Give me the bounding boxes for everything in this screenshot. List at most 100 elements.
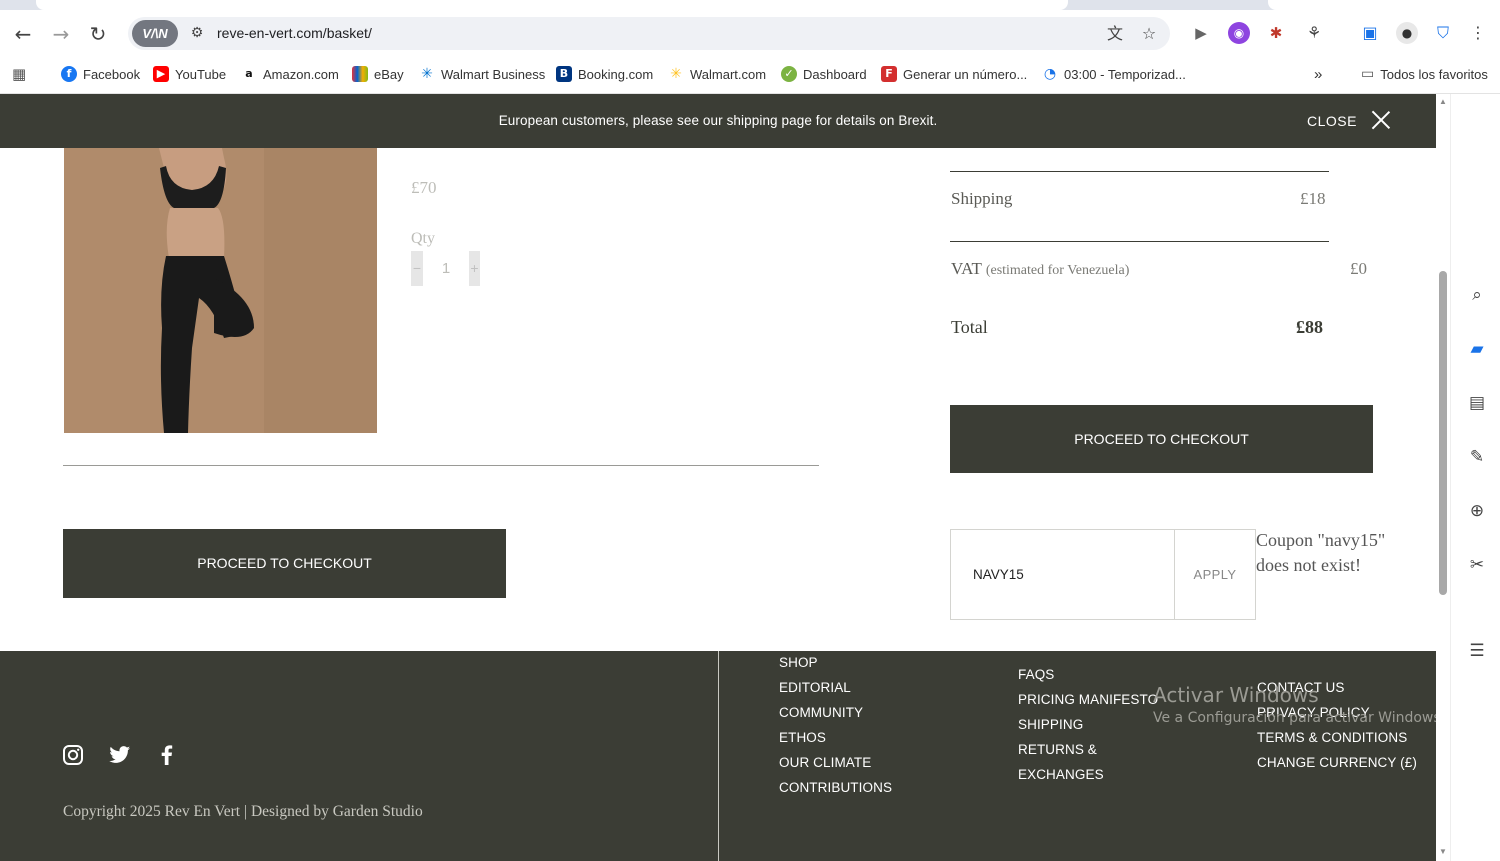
facebook-icon[interactable] — [156, 744, 178, 766]
footer-link-our-climate[interactable]: OUR CLIMATE — [779, 753, 892, 778]
shipping-label: Shipping — [951, 189, 1013, 208]
twitter-icon[interactable] — [109, 744, 131, 766]
qty-input[interactable]: 1 — [436, 260, 456, 277]
qty-label: Qty — [411, 230, 435, 247]
instagram-icon[interactable] — [62, 744, 84, 766]
footer-link-contributions[interactable]: CONTRIBUTIONS — [779, 778, 892, 803]
vat-note: (estimated for Venezuela) — [985, 263, 1130, 278]
scroll-up-arrow-icon[interactable]: ▲ — [1439, 97, 1447, 106]
site-settings-icon[interactable]: ⚙ — [186, 22, 208, 44]
inactive-tab[interactable] — [1268, 0, 1500, 10]
youtube-extension-icon[interactable]: ▶ — [1190, 22, 1212, 44]
search-icon[interactable]: ⌕ — [1465, 283, 1489, 307]
scroll-down-arrow-icon[interactable]: ▼ — [1439, 847, 1447, 856]
generator-icon: F — [881, 66, 897, 82]
product-image[interactable] — [64, 148, 377, 433]
more-bookmarks-chevron-icon[interactable]: » — [1314, 64, 1322, 84]
summary-divider — [950, 171, 1329, 172]
customize-sliders-icon[interactable]: ☰ — [1465, 639, 1489, 663]
footer-link-pricing-manifesto[interactable]: PRICING MANIFESTO — [1018, 690, 1158, 715]
games-icon[interactable]: ⊕ — [1465, 499, 1489, 523]
shield-extension-icon[interactable]: ⛉ — [1432, 22, 1454, 44]
footer-link-ethos[interactable]: ETHOS — [779, 728, 892, 753]
proceed-to-checkout-button-right[interactable]: PROCEED TO CHECKOUT — [950, 405, 1373, 473]
bookmark-generator[interactable]: F Generar un número... — [881, 64, 1027, 84]
extension-purple-icon[interactable]: ◉ — [1228, 22, 1250, 44]
vat-value: £0 — [1350, 259, 1367, 278]
footer-copyright: Copyright 2025 Rev En Vert | Designed by… — [63, 803, 423, 820]
bookmark-label: eBay — [374, 66, 404, 82]
bookmark-facebook[interactable]: f Facebook — [61, 64, 140, 84]
footer-link-community[interactable]: COMMUNITY — [779, 703, 892, 728]
coupon-error-message: Coupon "navy15" does not exist! — [1256, 530, 1386, 575]
qty-increment-button[interactable]: + — [469, 251, 480, 286]
bookmark-dashboard[interactable]: ✓ Dashboard — [781, 64, 867, 84]
bookmark-label: Booking.com — [578, 66, 654, 82]
close-icon[interactable] — [1371, 110, 1391, 130]
youtube-icon: ▶ — [153, 66, 169, 82]
bookmark-ebay[interactable]: eBay — [352, 64, 404, 84]
bookmark-walmart-business[interactable]: ✳ Walmart Business — [419, 64, 545, 84]
coupon-input-value[interactable]: NAVY15 — [973, 567, 1024, 582]
footer-link-terms[interactable]: TERMS & CONDITIONS — [1257, 728, 1417, 753]
bookmark-booking[interactable]: B Booking.com — [556, 64, 653, 84]
dashboard-icon: ✓ — [781, 66, 797, 82]
bookmark-label: Facebook — [83, 66, 141, 82]
browser-toolbar: ← → ↻ V/\N ⚙ reve-en-vert.com/basket/ 文 … — [0, 0, 1500, 94]
banner-close-button[interactable]: CLOSE — [1307, 113, 1357, 129]
product-photo-figure — [64, 148, 377, 433]
folder-icon: ▭ — [1361, 66, 1375, 82]
extension-bug-icon[interactable]: ✱ — [1265, 22, 1287, 44]
url-text[interactable]: reve-en-vert.com/basket/ — [217, 25, 372, 41]
proceed-to-checkout-button-left[interactable]: PROCEED TO CHECKOUT — [63, 529, 506, 598]
footer-column-shop: SHOP EDITORIAL COMMUNITY ETHOS OUR CLIMA… — [779, 653, 892, 803]
bookmark-label: YouTube — [175, 66, 227, 82]
notes-icon[interactable]: ✎ — [1465, 445, 1489, 469]
tab-strip — [0, 0, 1500, 10]
bookmarks-bar: ▦ f Facebook ▶ YouTube a Amazon.com eBay… — [0, 60, 1500, 86]
back-icon[interactable]: ← — [11, 22, 35, 46]
all-favorites-folder[interactable]: ▭ Todos los favoritos — [1361, 64, 1488, 84]
forward-icon[interactable]: → — [49, 22, 73, 46]
menu-kebab-icon[interactable]: ⋮ — [1467, 22, 1489, 44]
bookmark-timer[interactable]: ◔ 03:00 - Temporizad... — [1042, 64, 1186, 84]
extensions-puzzle-icon[interactable]: ⚘ — [1303, 22, 1325, 44]
page-scrollbar[interactable]: ▲ ▼ — [1436, 94, 1450, 861]
footer-link-change-currency[interactable]: CHANGE CURRENCY (£) — [1257, 753, 1417, 778]
scrollbar-thumb[interactable] — [1439, 271, 1447, 595]
vat-label-row: VAT (estimated for Venezuela) — [951, 259, 1129, 279]
chat-icon[interactable]: ▰ — [1465, 337, 1489, 361]
footer-link-shipping[interactable]: SHIPPING — [1018, 715, 1158, 740]
footer-link-returns[interactable]: RETURNS & — [1018, 740, 1158, 765]
ebay-icon — [352, 66, 368, 82]
page-viewport: European customers, please see our shipp… — [0, 94, 1436, 861]
tools-icon[interactable]: ✂ — [1465, 553, 1489, 577]
bookmark-star-icon[interactable]: ☆ — [1138, 23, 1160, 45]
banner-text: European customers, please see our shipp… — [498, 113, 938, 128]
translate-icon[interactable]: 文 — [1104, 23, 1126, 45]
total-label: Total — [951, 317, 988, 337]
reading-list-icon[interactable]: ▤ — [1465, 391, 1489, 415]
active-tab[interactable] — [36, 0, 1068, 10]
bookmark-label: Amazon.com — [263, 66, 339, 82]
shipping-value: £18 — [1300, 189, 1326, 208]
walmart-business-icon: ✳ — [419, 66, 435, 82]
profile-avatar-icon[interactable]: ● — [1396, 22, 1418, 44]
amazon-icon: a — [241, 66, 257, 82]
address-bar[interactable]: V/\N ⚙ reve-en-vert.com/basket/ 文 ☆ — [128, 17, 1170, 50]
qty-decrement-button[interactable]: − — [411, 251, 423, 286]
vpn-badge[interactable]: V/\N — [132, 20, 178, 47]
bookmark-amazon[interactable]: a Amazon.com — [241, 64, 339, 84]
footer-link-shop[interactable]: SHOP — [779, 653, 892, 678]
apply-coupon-button[interactable]: APPLY — [1174, 529, 1256, 620]
bookmark-walmart[interactable]: ✳ Walmart.com — [668, 64, 766, 84]
apps-grid-icon[interactable]: ▦ — [12, 64, 26, 84]
bookmark-label: Generar un número... — [903, 66, 1028, 82]
coupon-input-field[interactable]: NAVY15 — [950, 529, 1175, 620]
sidebar-toggle-icon[interactable]: ▣ — [1359, 22, 1381, 44]
footer-link-exchanges[interactable]: EXCHANGES — [1018, 765, 1158, 790]
footer-link-editorial[interactable]: EDITORIAL — [779, 678, 892, 703]
reload-icon[interactable]: ↻ — [86, 22, 110, 46]
footer-link-faqs[interactable]: FAQS — [1018, 665, 1158, 690]
bookmark-youtube[interactable]: ▶ YouTube — [153, 64, 226, 84]
